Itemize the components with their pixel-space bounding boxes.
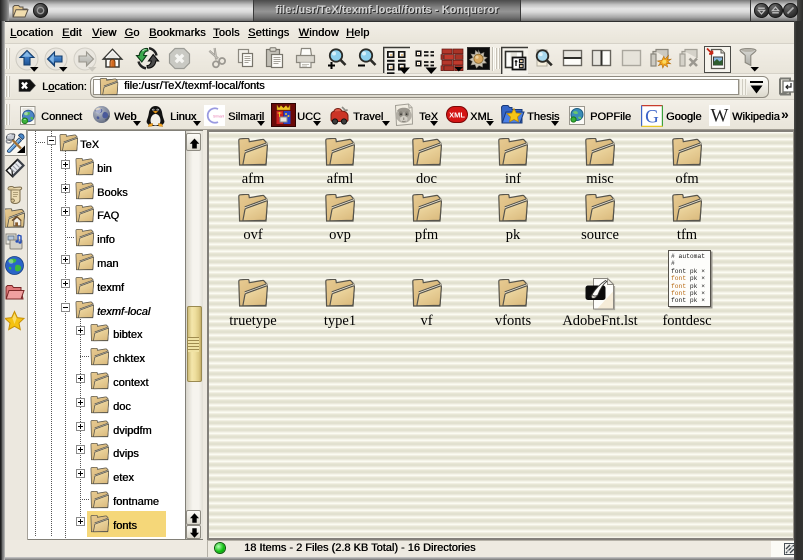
svg-text:G: G <box>645 107 659 128</box>
svg-text:XML: XML <box>449 111 465 120</box>
svg-text:W: W <box>711 106 729 127</box>
svg-text:Silmaril: Silmaril <box>213 115 224 119</box>
